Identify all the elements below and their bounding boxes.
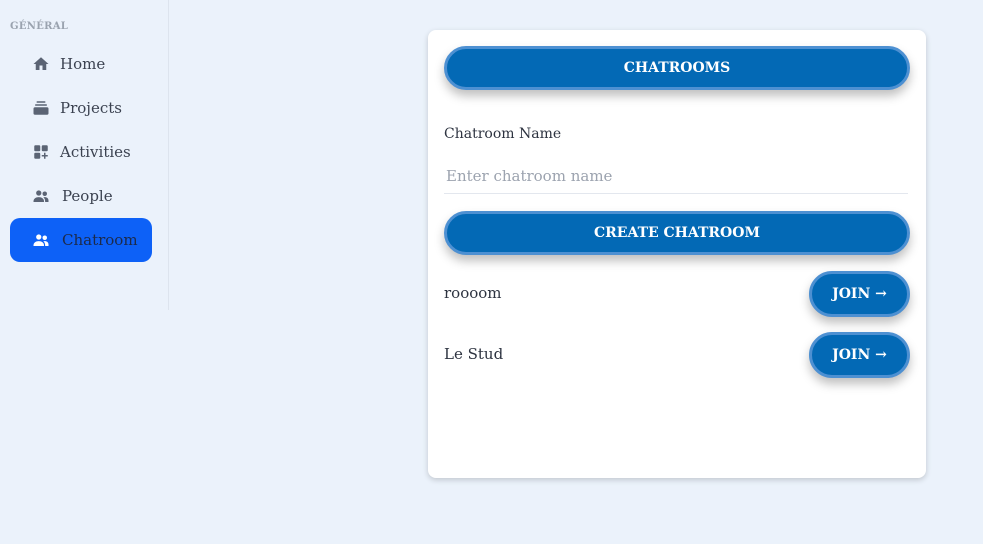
people-icon	[32, 187, 50, 205]
activities-icon	[32, 143, 50, 161]
chatroom-name-label: Chatroom Name	[444, 126, 562, 142]
join-button[interactable]: JOIN →	[809, 271, 910, 317]
sidebar-item-label: Activities	[60, 143, 131, 161]
sidebar-item-label: Home	[60, 55, 106, 73]
sidebar: GÉNÉRAL Home Projects Activities People …	[0, 0, 169, 310]
chatroom-icon	[32, 231, 50, 249]
chatrooms-header-button[interactable]: CHATROOMS	[444, 46, 910, 90]
chatroom-name: Le Stud	[444, 345, 504, 363]
sidebar-item-people[interactable]: People	[10, 174, 152, 218]
sidebar-item-home[interactable]: Home	[10, 42, 152, 86]
chatroom-name: roooom	[444, 284, 502, 302]
sidebar-item-activities[interactable]: Activities	[10, 130, 152, 174]
chatrooms-card: CHATROOMS Chatroom Name CREATE CHATROOM …	[428, 30, 926, 478]
sidebar-section-label: GÉNÉRAL	[10, 21, 69, 32]
sidebar-item-label: People	[62, 187, 113, 205]
projects-icon	[32, 99, 50, 117]
create-chatroom-button[interactable]: CREATE CHATROOM	[444, 211, 910, 255]
sidebar-item-chatroom[interactable]: Chatroom	[10, 218, 152, 262]
sidebar-item-projects[interactable]: Projects	[10, 86, 152, 130]
chatroom-name-input[interactable]	[444, 158, 908, 194]
home-icon	[32, 55, 50, 73]
chatroom-list-item: Le Stud JOIN →	[444, 332, 910, 378]
sidebar-item-label: Projects	[60, 99, 122, 117]
join-button[interactable]: JOIN →	[809, 332, 910, 378]
sidebar-item-label: Chatroom	[62, 231, 138, 249]
chatroom-list-item: roooom JOIN →	[444, 271, 910, 317]
